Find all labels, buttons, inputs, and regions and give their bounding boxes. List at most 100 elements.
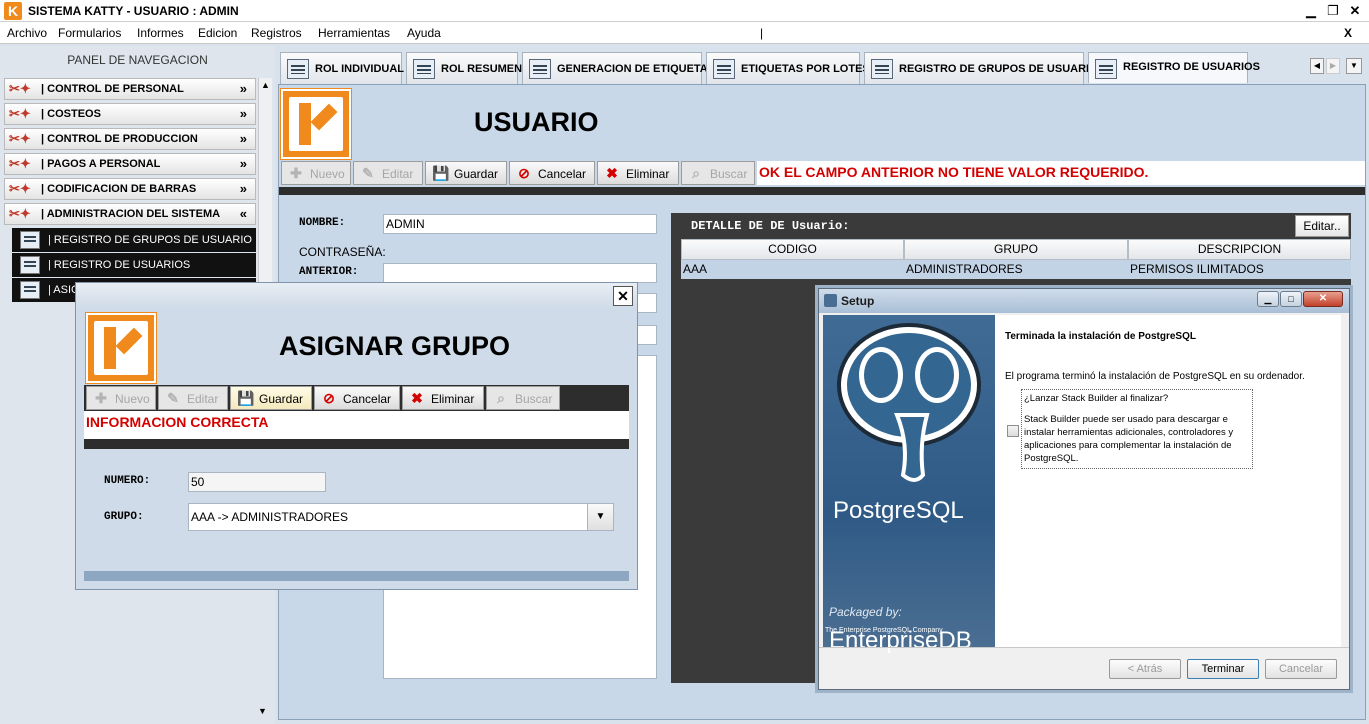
tools-icon: ✂✦ <box>9 131 31 146</box>
table-cell-grupo[interactable]: ADMINISTRADORES <box>904 260 1128 279</box>
eliminar-button[interactable]: ✖ Eliminar <box>597 161 679 185</box>
page-title: USUARIO <box>474 107 599 137</box>
expand-icon: » <box>239 131 247 146</box>
mdi-close-button[interactable]: X <box>1344 26 1352 40</box>
tab-registro-usuarios[interactable]: REGISTRO DE USUARIOS <box>1088 52 1260 83</box>
asignar-guardar-button[interactable]: 💾 Guardar <box>230 386 312 410</box>
asignar-editar-button[interactable]: ✎ Editar <box>158 386 228 410</box>
nav-item-control-personal[interactable]: ✂✦ | CONTROL DE PERSONAL » <box>4 78 256 100</box>
elephant-logo-icon <box>837 323 981 482</box>
numero-input[interactable]: 50 <box>188 472 326 492</box>
menu-registros[interactable]: Registros <box>251 26 302 40</box>
editar-button[interactable]: ✎ Editar <box>353 161 423 185</box>
app-logo: K <box>4 2 22 20</box>
anterior-input[interactable] <box>383 263 657 283</box>
nav-item-administracion-sistema[interactable]: ✂✦ | ADMINISTRACION DEL SISTEMA « <box>4 203 256 225</box>
stack-builder-description: Stack Builder puede ser usado para desca… <box>1024 414 1234 464</box>
setup-close-button[interactable]: ✕ <box>1303 291 1343 307</box>
stack-builder-option[interactable]: ¿Lanzar Stack Builder al finalizar? Stac… <box>1021 389 1253 469</box>
title-bar: K SISTEMA KATTY - USUARIO : ADMIN ▁ ❐ ✕ <box>0 0 1369 22</box>
tools-icon: ✂✦ <box>9 156 31 171</box>
nav-header: PANEL DE NAVEGACION <box>67 53 208 67</box>
column-header-descripcion[interactable]: DESCRIPCION <box>1128 239 1351 260</box>
scroll-up-icon[interactable]: ▲ <box>261 80 270 90</box>
tools-icon: ✂✦ <box>9 81 31 96</box>
setup-cancel-button[interactable]: Cancelar <box>1265 659 1337 679</box>
tab-etiquetas-lotes[interactable]: ETIQUETAS POR LOTES <box>706 52 870 84</box>
nombre-input[interactable]: ADMIN <box>383 214 657 234</box>
edit-icon: ✎ <box>362 165 374 181</box>
table-cell-codigo[interactable]: AAA <box>681 260 904 279</box>
menu-bar: Archivo Formularios Informes Edicion Reg… <box>0 22 1369 44</box>
close-button[interactable]: ✕ <box>1346 2 1364 19</box>
search-icon: ⌕ <box>497 390 505 406</box>
tab-registro-grupos-usuario[interactable]: REGISTRO DE GRUPOS DE USUARIO <box>864 52 1098 84</box>
chevron-down-icon[interactable]: ▼ <box>587 504 613 530</box>
detalle-edit-button[interactable]: Editar.. <box>1295 215 1349 237</box>
guardar-button[interactable]: 💾 Guardar <box>425 161 507 185</box>
search-icon: ⌕ <box>692 165 700 181</box>
menu-herramientas[interactable]: Herramientas <box>318 26 390 40</box>
menu-informes[interactable]: Informes <box>137 26 184 40</box>
asignar-cancelar-button[interactable]: ⊘ Cancelar <box>314 386 400 410</box>
column-header-codigo[interactable]: CODIGO <box>681 239 904 260</box>
menu-formularios[interactable]: Formularios <box>58 26 121 40</box>
delete-icon: ✖ <box>606 165 618 181</box>
menu-separator: | <box>760 26 764 40</box>
form-icon <box>1095 59 1117 79</box>
menu-ayuda[interactable]: Ayuda <box>407 26 441 40</box>
setup-finish-button[interactable]: Terminar <box>1187 659 1259 679</box>
buscar-button[interactable]: ⌕ Buscar <box>681 161 755 185</box>
menu-edicion[interactable]: Edicion <box>198 26 237 40</box>
tab-list-icon[interactable]: ▼ <box>1346 58 1362 74</box>
tab-rol-resumen[interactable]: ROL RESUMEN <box>406 52 522 84</box>
form-icon <box>20 256 40 274</box>
setup-back-button[interactable]: < Atrás <box>1109 659 1181 679</box>
setup-maximize-button[interactable]: □ <box>1280 291 1302 307</box>
nav-item-control-produccion[interactable]: ✂✦ | CONTROL DE PRODUCCION » <box>4 128 256 150</box>
minimize-button[interactable]: ▁ <box>1302 2 1320 19</box>
contrasena-label: CONTRASEÑA: <box>299 245 386 259</box>
nav-item-pagos-personal[interactable]: ✂✦ | PAGOS A PERSONAL » <box>4 153 256 175</box>
form-icon <box>413 59 435 79</box>
nav-item-codificacion-barras[interactable]: ✂✦ | CODIFICACION DE BARRAS » <box>4 178 256 200</box>
asignar-title-bar: ✕ <box>76 283 637 309</box>
cancelar-button[interactable]: ⊘ Cancelar <box>509 161 595 185</box>
expand-icon: » <box>239 106 247 121</box>
asignar-buscar-button[interactable]: ⌕ Buscar <box>486 386 560 410</box>
nombre-label: NOMBRE: <box>299 217 346 229</box>
asignar-message-text: INFORMACION CORRECTA <box>86 414 269 430</box>
collapse-icon: « <box>239 206 247 221</box>
expand-icon: » <box>239 81 247 96</box>
asignar-eliminar-button[interactable]: ✖ Eliminar <box>402 386 484 410</box>
asignar-close-button[interactable]: ✕ <box>613 286 633 306</box>
anterior-label: ANTERIOR: <box>299 266 359 278</box>
maximize-button[interactable]: ❐ <box>1324 2 1342 19</box>
form-icon <box>287 59 309 79</box>
nav-subitem-registro-usuarios[interactable]: | REGISTRO DE USUARIOS <box>12 253 256 277</box>
nav-item-costeos[interactable]: ✂✦ | COSTEOS » <box>4 103 256 125</box>
form-icon <box>871 59 893 79</box>
column-header-grupo[interactable]: GRUPO <box>904 239 1128 260</box>
scroll-down-icon[interactable]: ▼ <box>258 706 267 716</box>
grupo-select[interactable]: AAA -> ADMINISTRADORES ▼ <box>188 503 614 531</box>
tab-rol-individual[interactable]: ROL INDIVIDUAL <box>280 52 404 84</box>
table-cell-descripcion[interactable]: PERMISOS ILIMITADOS <box>1128 260 1351 279</box>
tab-scroll-right-icon[interactable]: ▶ <box>1326 58 1340 74</box>
asignar-nuevo-button[interactable]: ✚ Nuevo <box>86 386 156 410</box>
plus-icon: ✚ <box>95 390 107 406</box>
nuevo-button[interactable]: ✚ Nuevo <box>281 161 351 185</box>
tab-scroll-left-icon[interactable]: ◀ <box>1310 58 1324 74</box>
save-icon: 💾 <box>237 390 255 406</box>
save-icon: 💾 <box>432 165 450 181</box>
menu-archivo[interactable]: Archivo <box>7 26 47 40</box>
setup-heading: Terminada la instalación de PostgreSQL <box>1005 331 1196 342</box>
stack-builder-checkbox[interactable] <box>1007 425 1019 437</box>
postgres-brand: PostgreSQL <box>833 497 964 524</box>
setup-minimize-button[interactable]: ▁ <box>1257 291 1279 307</box>
delete-icon: ✖ <box>411 390 423 406</box>
nav-subitem-registro-grupos[interactable]: | REGISTRO DE GRUPOS DE USUARIO <box>12 228 256 252</box>
grupo-select-value: AAA -> ADMINISTRADORES <box>191 510 349 524</box>
packaged-by: Packaged by: <box>829 605 902 619</box>
tab-generacion-etiquetas[interactable]: GENERACION DE ETIQUETAS <box>522 52 715 84</box>
